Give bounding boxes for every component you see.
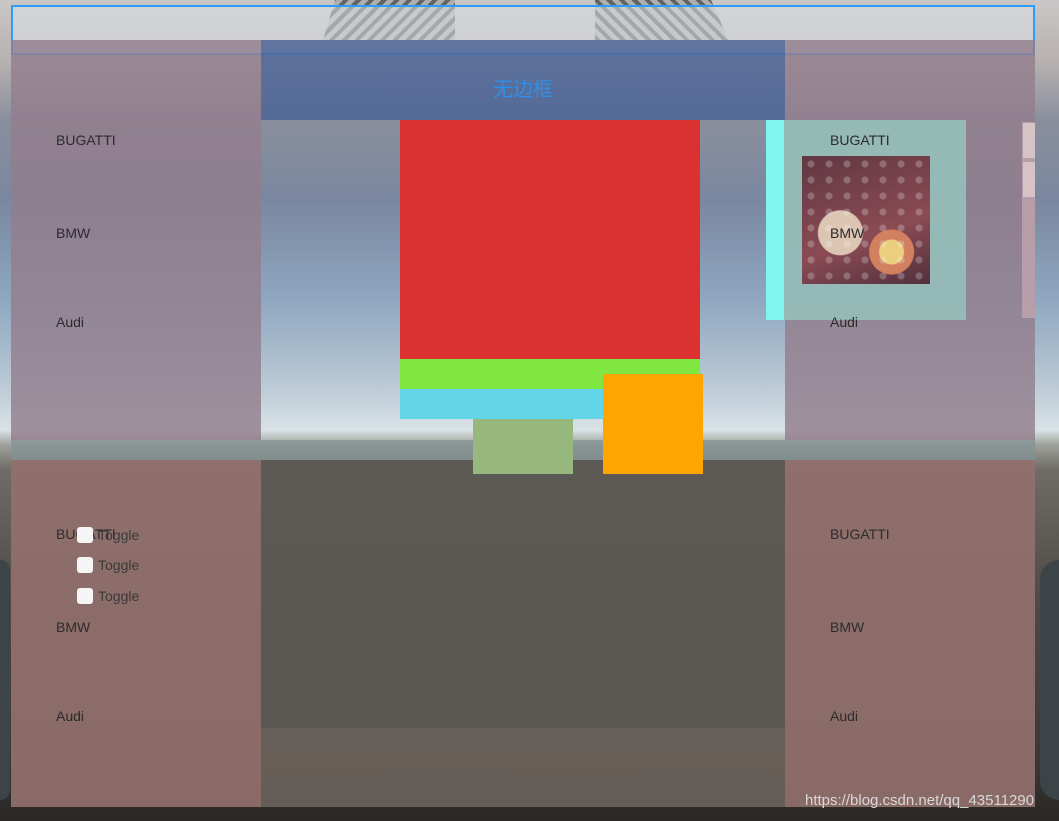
list-item[interactable]: Audi	[830, 314, 858, 330]
panel-center-footer	[261, 728, 785, 807]
list-item[interactable]: Audi	[830, 708, 858, 724]
page-title: 无边框	[493, 78, 553, 101]
checkbox-icon[interactable]	[77, 527, 93, 543]
car-left-edge	[0, 560, 10, 800]
panel-bottom-left	[11, 460, 261, 807]
list-item[interactable]: BUGATTI	[830, 132, 890, 148]
list-item[interactable]: BUGATTI	[56, 132, 116, 148]
toggle-label: Toggle	[98, 557, 140, 573]
teal-side-bar	[766, 120, 784, 320]
toggle-label: Toggle	[98, 588, 140, 604]
panel-center-bottom	[261, 460, 785, 728]
orange-block	[603, 374, 703, 474]
scrollbar-handle[interactable]	[1023, 162, 1035, 197]
list-item[interactable]: BMW	[830, 619, 864, 635]
list-item[interactable]: BMW	[56, 619, 90, 635]
olive-block	[473, 419, 573, 474]
red-block	[400, 120, 700, 359]
list-item[interactable]: Audi	[56, 708, 84, 724]
toggle-1[interactable]: Toggle	[77, 527, 139, 543]
car-right-edge	[1040, 560, 1059, 800]
checkbox-icon[interactable]	[77, 588, 93, 604]
header-band: 无边框	[261, 40, 785, 120]
thumbnail-texture	[802, 156, 930, 284]
list-item[interactable]: BMW	[56, 225, 90, 241]
list-item[interactable]: BUGATTI	[830, 526, 890, 542]
checkbox-icon[interactable]	[77, 557, 93, 573]
watermark-text: https://blog.csdn.net/qq_43511290	[805, 792, 1035, 809]
toggle-3[interactable]: Toggle	[77, 588, 139, 604]
scrollbar-handle[interactable]	[1023, 123, 1035, 158]
panel-top-left	[11, 40, 261, 440]
thumbnail-image	[802, 156, 930, 284]
panel-bottom-right	[785, 460, 1035, 807]
list-item[interactable]: BMW	[830, 225, 864, 241]
toggle-label: Toggle	[98, 527, 140, 543]
cyan-block	[400, 389, 603, 419]
list-item[interactable]: Audi	[56, 314, 84, 330]
toggle-2[interactable]: Toggle	[77, 557, 139, 573]
